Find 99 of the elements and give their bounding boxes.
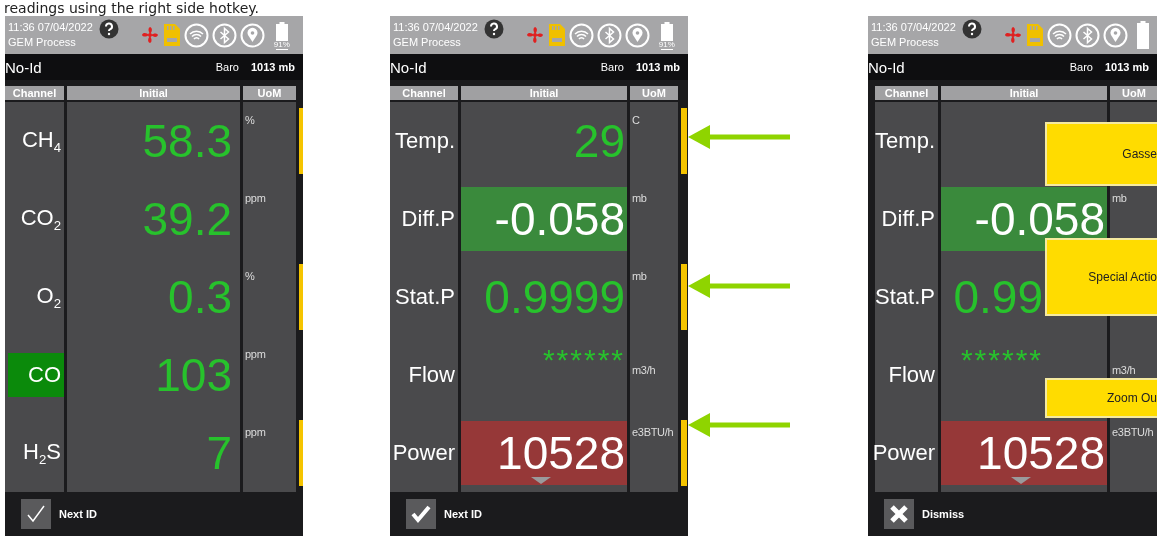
bluetooth-icon — [596, 22, 622, 48]
caption-text: readings using the right side hotkey. — [3, 0, 259, 16]
column-header: Channel — [390, 86, 458, 100]
fan-icon — [139, 25, 160, 45]
unit-label: m3/h — [632, 364, 656, 376]
record-id: No-Id — [868, 58, 906, 76]
channel-name: Flow — [888, 362, 935, 388]
unit-label: mb — [1112, 192, 1127, 204]
menu-option[interactable]: Gasse — [1045, 122, 1157, 186]
column-header: Initial — [67, 86, 240, 100]
wifi-icon — [183, 22, 209, 48]
help-icon[interactable] — [98, 19, 119, 39]
pointer-arrow-icon — [688, 274, 790, 298]
battery-percent: 91% — [273, 40, 290, 49]
pointer-arrow-icon — [688, 413, 790, 437]
unit-label: e3BTU/h — [632, 426, 674, 438]
bluetooth-icon — [211, 22, 237, 48]
column-header: Initial — [941, 86, 1107, 100]
unit-label: ppm — [245, 426, 266, 438]
channel-name: CO — [8, 353, 64, 397]
reading-value: -0.058 — [461, 187, 627, 251]
bluetooth-icon — [1074, 22, 1100, 48]
pointer-arrow-icon — [688, 125, 790, 149]
column-header: UoM — [1110, 86, 1157, 100]
unit-label: C — [632, 114, 640, 126]
unit-label: ppm — [245, 192, 266, 204]
unit-label: mb — [632, 192, 647, 204]
reading-value: 58.3 — [142, 114, 233, 169]
fan-icon — [524, 25, 545, 45]
unit-label: mb — [632, 270, 647, 282]
check-icon — [21, 499, 51, 529]
reading-value: 0.9999 — [484, 270, 626, 325]
help-icon[interactable] — [961, 19, 982, 39]
clock-text: 11:36 07/04/2022 — [393, 20, 478, 35]
unit-label: m3/h — [1112, 364, 1136, 376]
unit-label: e3BTU/h — [1112, 426, 1154, 438]
channel-name: Stat.P — [875, 284, 935, 310]
baro-value: 1013 mb — [250, 61, 295, 73]
reading-value: 29 — [573, 114, 626, 169]
channel-name: Power — [872, 440, 935, 466]
channel-name: O$_{2}$ — [36, 282, 61, 312]
reading-value: 39.2 — [142, 192, 233, 247]
unit-label: ppm — [245, 348, 266, 360]
baro-label: Baro — [1069, 61, 1093, 73]
check-icon — [406, 499, 436, 529]
baro-value: 1013 mb — [635, 61, 680, 73]
baro-label: Baro — [215, 61, 239, 73]
footer-button[interactable]: Next ID — [21, 499, 97, 529]
help-icon[interactable] — [483, 19, 504, 39]
baro-value: 1013 mb — [1104, 61, 1149, 73]
record-id: No-Id — [390, 58, 428, 76]
location-icon — [239, 22, 265, 48]
battery-icon — [1136, 21, 1149, 49]
reading-value: 103 — [155, 348, 233, 403]
sd-card-icon — [162, 23, 181, 47]
column-header: UoM — [630, 86, 678, 100]
wifi-icon — [568, 22, 594, 48]
unit-label: % — [245, 270, 255, 282]
reading-value: 7 — [206, 426, 233, 481]
sd-card-icon — [1025, 23, 1044, 47]
reading-value: 10528 — [461, 421, 627, 485]
clock-text: 11:36 07/04/2022 — [871, 20, 956, 35]
channel-name: CH$_{4}$ — [21, 126, 61, 156]
column-header: Channel — [875, 86, 938, 100]
reading-value: 10528 — [941, 421, 1107, 485]
channel-name: CO$_{2}$ — [20, 204, 61, 234]
app-title: GEM Process — [393, 35, 462, 50]
column-header: Channel — [5, 86, 64, 100]
channel-name: Diff.P — [401, 206, 455, 232]
wifi-icon — [1046, 22, 1072, 48]
menu-option[interactable]: Special Actio — [1045, 238, 1157, 316]
unit-label: % — [245, 114, 255, 126]
reading-value: -0.058 — [941, 187, 1107, 251]
fan-icon — [1002, 25, 1023, 45]
baro-label: Baro — [600, 61, 624, 73]
channel-name: Diff.P — [881, 206, 935, 232]
column-header: Initial — [461, 86, 627, 100]
footer-button[interactable]: Dismiss — [884, 499, 965, 529]
channel-name: Power — [392, 440, 455, 466]
channel-name: H$_{2}$S — [23, 438, 61, 468]
masked-reading: ****** — [542, 342, 626, 378]
menu-option[interactable]: Zoom Ou — [1045, 378, 1157, 418]
channel-name: Temp. — [395, 128, 455, 154]
clock-text: 11:36 07/04/2022 — [8, 20, 93, 35]
location-icon — [624, 22, 650, 48]
channel-name: Temp. — [875, 128, 935, 154]
sd-card-icon — [547, 23, 566, 47]
close-icon — [884, 499, 914, 529]
reading-value: 0.3 — [168, 270, 233, 325]
record-id: No-Id — [5, 58, 43, 76]
column-header: UoM — [243, 86, 296, 100]
location-icon — [1102, 22, 1128, 48]
app-title: GEM Process — [8, 35, 77, 50]
masked-reading: ****** — [960, 342, 1044, 378]
channel-name: Stat.P — [395, 284, 455, 310]
battery-percent: 91% — [658, 40, 675, 49]
footer-button[interactable]: Next ID — [406, 499, 482, 529]
channel-name: Flow — [408, 362, 455, 388]
app-title: GEM Process — [871, 35, 940, 50]
